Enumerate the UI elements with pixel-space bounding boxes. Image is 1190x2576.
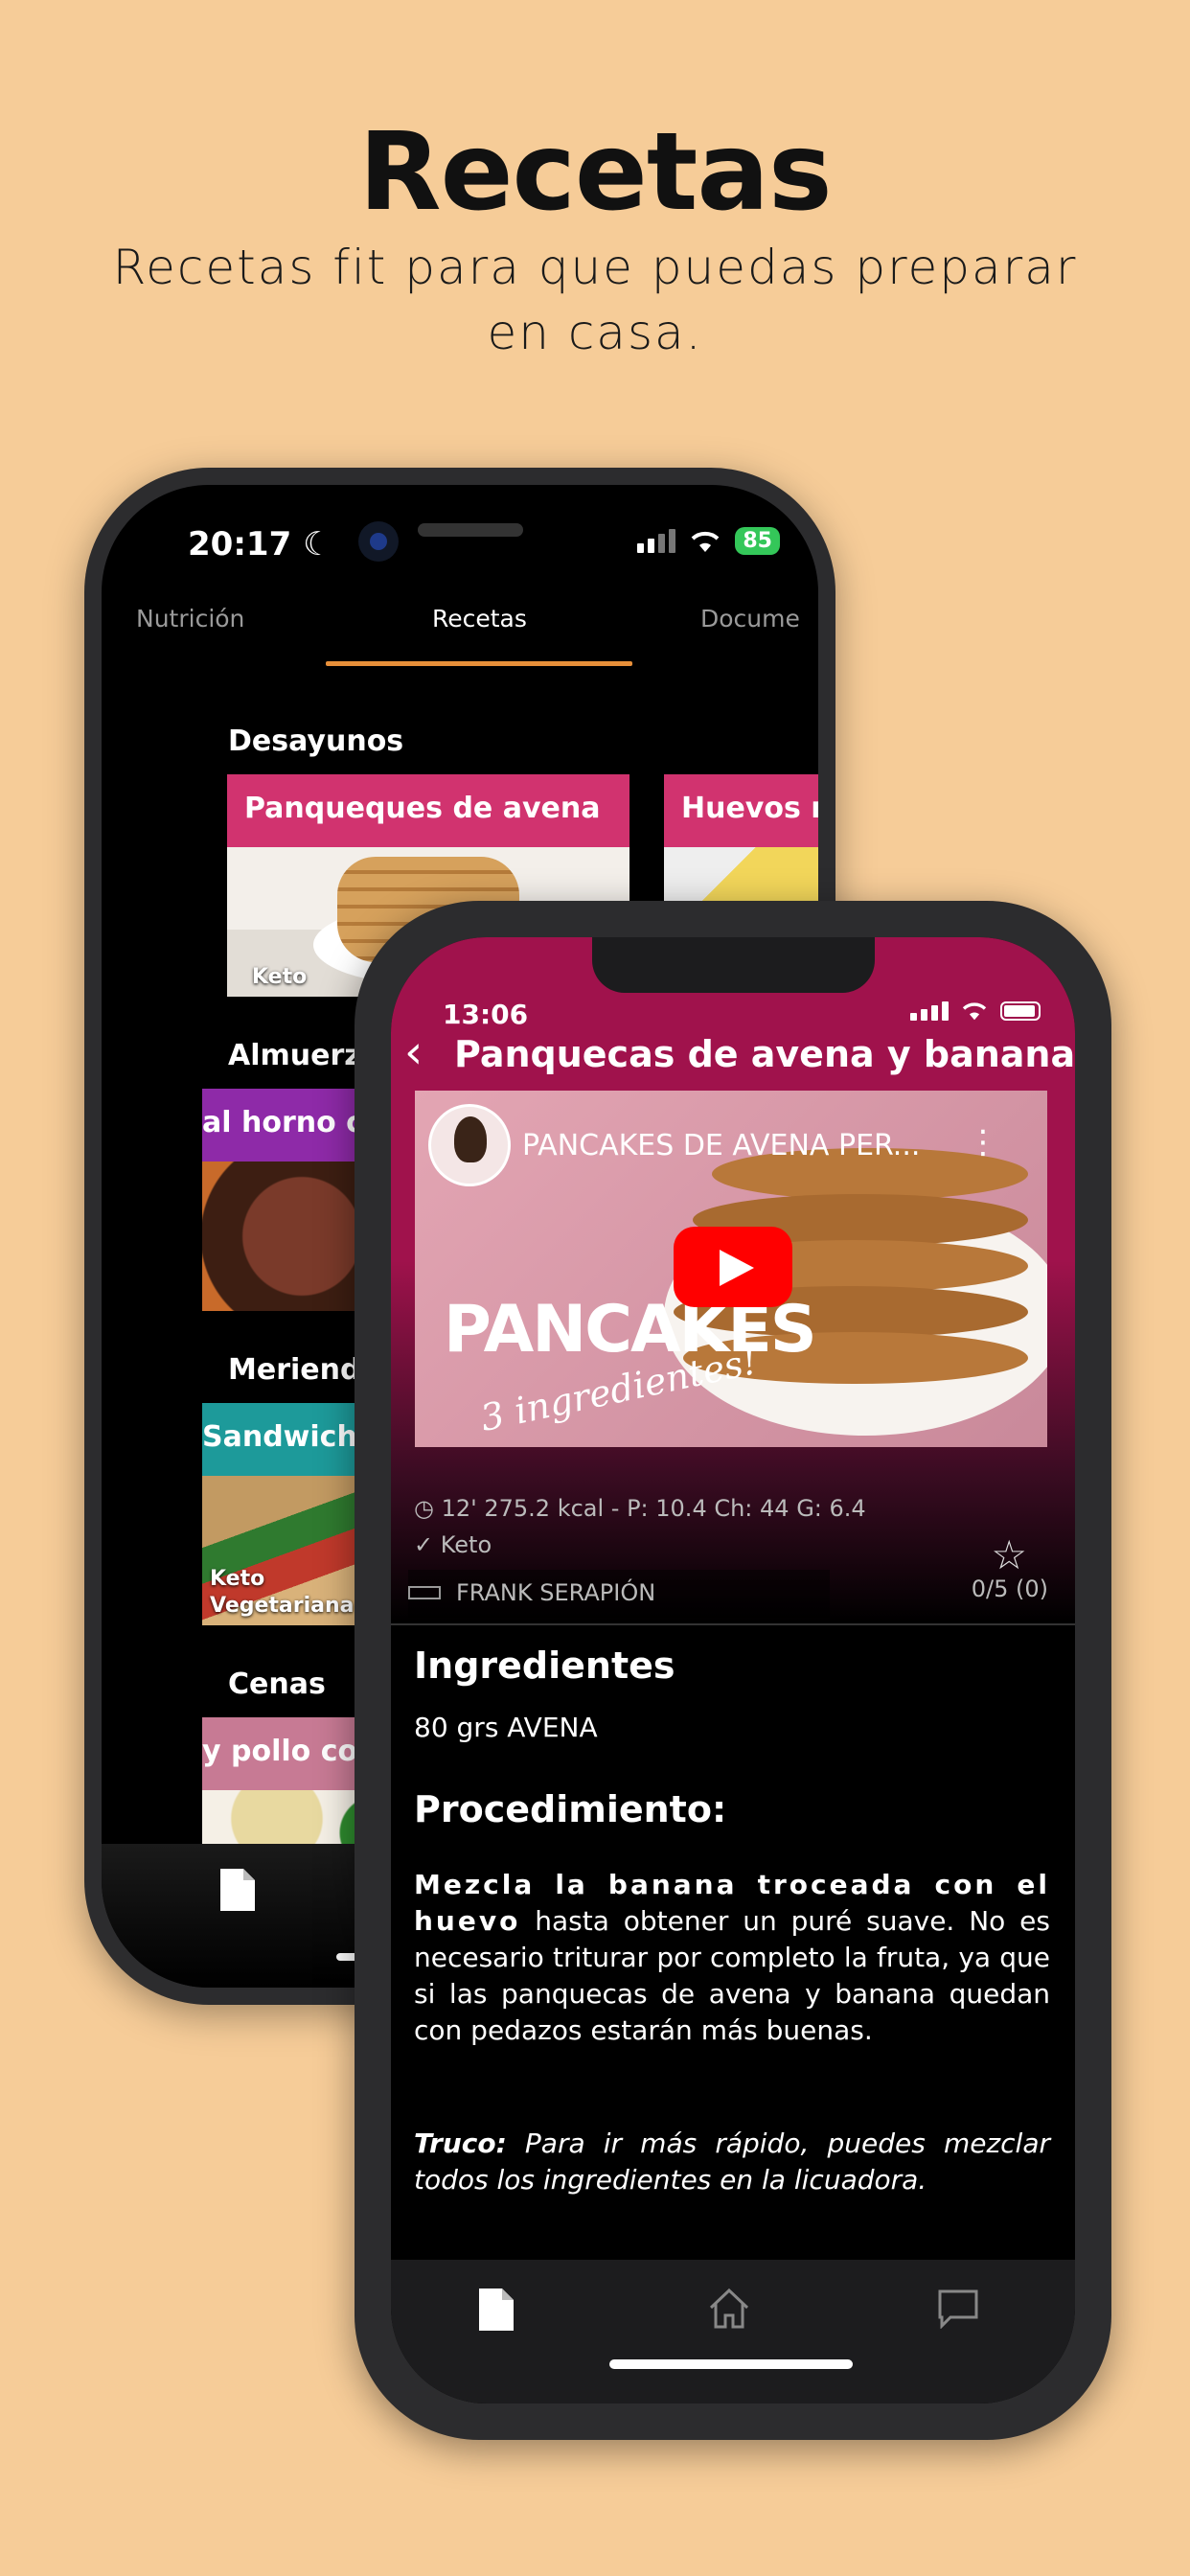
phone-front: 13:06 ‹ Panquecas de avena y banana PANC… [355, 901, 1111, 2440]
clock-icon: ◷ [414, 1495, 434, 1522]
back-chevron-icon[interactable]: ‹ [404, 1025, 423, 1079]
battery-icon [1000, 1001, 1041, 1021]
play-button-icon[interactable] [674, 1227, 792, 1307]
ingredient-item: 80 grs AVENA [414, 1712, 598, 1743]
author-name: FRANK SERAPIÓN [456, 1579, 656, 1606]
active-tab-indicator [326, 661, 632, 666]
front-camera [358, 521, 399, 562]
video-title: PANCAKES DE AVENA PER... [522, 1129, 921, 1162]
home-icon[interactable] [707, 2287, 751, 2331]
chat-icon[interactable] [937, 2288, 979, 2329]
channel-avatar[interactable] [428, 1104, 511, 1186]
home-indicator [609, 2359, 853, 2369]
star-icon[interactable]: ☆ [991, 1531, 1027, 1578]
status-icons [910, 1000, 1041, 1022]
tip-label: Truco: [414, 2128, 507, 2159]
procedure-heading: Procedimiento: [414, 1788, 727, 1830]
recipe-card[interactable]: Huevos revuelt [664, 774, 818, 922]
signal-icon [637, 529, 676, 553]
section-desayunos: Desayunos [228, 724, 404, 758]
bottom-tab-bar [391, 2260, 1075, 2404]
card-tag: Keto [252, 965, 308, 989]
document-icon[interactable] [218, 1867, 257, 1913]
wifi-icon [962, 1002, 987, 1021]
nutrition-info: ◷ 12' 275.2 kcal - P: 10.4 Ch: 44 G: 6.4 [414, 1495, 866, 1522]
author-row[interactable]: FRANK SERAPIÓN [408, 1570, 830, 1618]
tab-documentos[interactable]: Docume [700, 605, 800, 632]
battery-indicator: 85 [735, 527, 780, 555]
status-time: 13:06 [443, 999, 529, 1030]
card-tag: Vegetariana [210, 1594, 355, 1618]
diet-tag: ✓ Keto [414, 1531, 492, 1558]
document-icon[interactable] [477, 2287, 515, 2333]
phone-front-screen: 13:06 ‹ Panquecas de avena y banana PANC… [391, 937, 1075, 2404]
signal-icon [910, 1001, 949, 1021]
recipe-title: Panquecas de avena y banana [454, 1033, 1075, 1075]
tip-text: Truco: Para ir más rápido, puedes mezcla… [414, 2126, 1050, 2198]
card-title: Panqueques de avena [244, 792, 601, 825]
tip-body: Para ir más rápido, puedes mezclar todos… [414, 2128, 1050, 2196]
hero-subtitle: Recetas fit para que puedas preparar en … [112, 240, 1078, 360]
wifi-icon [692, 531, 720, 552]
tab-nutricion[interactable]: Nutrición [136, 605, 244, 632]
status-icons: 85 [637, 527, 780, 555]
card-tag: Keto [210, 1567, 265, 1591]
status-time: 20:17 ☾ [188, 525, 332, 564]
speaker-grille [418, 523, 523, 537]
tab-bar: Nutrición Recetas Docume [102, 605, 818, 662]
video-player[interactable]: PANCAKES DE AVENA PER... ⋮ PANCAKES 3 in… [415, 1091, 1047, 1447]
tab-recetas[interactable]: Recetas [432, 605, 527, 632]
author-logo [408, 1586, 441, 1599]
ingredients-heading: Ingredientes [414, 1644, 675, 1687]
procedure-text: Mezcla la banana troceada con el huevo h… [414, 1867, 1050, 2049]
notch [592, 937, 875, 993]
hero-title: Recetas [358, 110, 832, 235]
card-title: Huevos revuelt [681, 792, 818, 825]
check-icon: ✓ [414, 1531, 434, 1558]
moon-icon: ☾ [303, 525, 332, 564]
more-vertical-icon[interactable]: ⋮ [967, 1123, 999, 1162]
section-cenas: Cenas [228, 1668, 326, 1701]
rating-text: 0/5 (0) [971, 1576, 1048, 1602]
divider [391, 1623, 1075, 1625]
